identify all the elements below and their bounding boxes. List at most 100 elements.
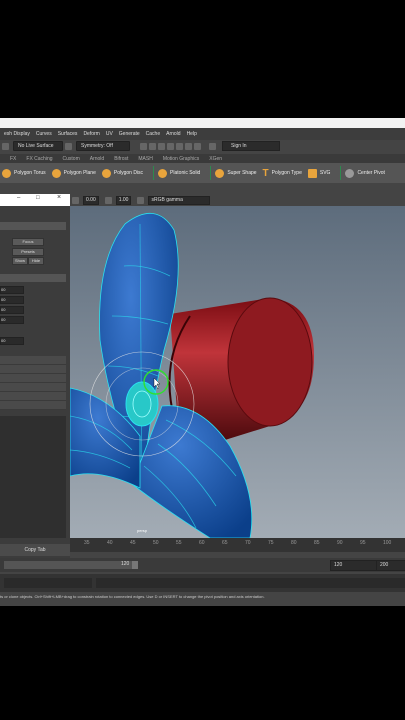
live-surface-dropdown[interactable]: No Live Surface: [13, 141, 63, 151]
3d-viewport[interactable]: persp: [70, 206, 405, 538]
symmetry-dropdown[interactable]: Symmetry: Off: [76, 141, 130, 151]
propeller-scene: [70, 206, 405, 538]
panel-row[interactable]: [0, 374, 66, 383]
disc-icon: [101, 168, 111, 178]
tab-arnold[interactable]: Arnold: [90, 156, 104, 162]
tab-fx[interactable]: FX: [10, 156, 16, 162]
timeline-tick-label: 100: [383, 540, 392, 546]
help-line: ts or clone objects. Ctrl+Shift+LMB+drag…: [0, 592, 405, 602]
magnet-icon[interactable]: [2, 142, 9, 150]
panel-header: [0, 222, 66, 230]
shelf-center-pivot[interactable]: Center Pivot: [345, 168, 385, 178]
text-t-icon: T: [262, 167, 269, 179]
maximize-icon[interactable]: □: [36, 195, 40, 201]
command-output: [96, 578, 405, 588]
maya-window: esh Display Curves Surfaces Deform UV Ge…: [0, 118, 405, 606]
shelf-polygon-type[interactable]: T Polygon Type: [263, 168, 302, 179]
value-field[interactable]: 00: [0, 286, 24, 294]
tab-bifrost[interactable]: Bifrost: [114, 156, 128, 162]
menu-uv[interactable]: UV: [106, 131, 113, 137]
shelf-platonic-solid[interactable]: Platonic Solid: [158, 168, 201, 178]
menu-deform[interactable]: Deform: [83, 131, 99, 137]
panel-row[interactable]: [0, 401, 66, 410]
menu-mesh-display[interactable]: esh Display: [4, 131, 30, 137]
range-handle[interactable]: [132, 561, 138, 569]
value-field[interactable]: 00: [0, 337, 24, 345]
exposure-icon[interactable]: [72, 196, 79, 204]
value-field[interactable]: 00: [0, 296, 24, 304]
shelf-polygon-plane[interactable]: Polygon Plane: [51, 168, 96, 178]
show-button[interactable]: Show: [12, 257, 28, 265]
shelf-svg[interactable]: SVG: [307, 168, 330, 178]
panel-section-header: [0, 274, 66, 282]
value-field[interactable]: 00: [0, 306, 24, 314]
timeline-tick-label: 90: [337, 540, 343, 546]
time-slider[interactable]: 35 40 45 50 55 60 65 70 75 80 85 90 95 100: [70, 538, 405, 552]
focus-button[interactable]: Focus: [12, 238, 44, 246]
pause-icon[interactable]: [194, 142, 201, 150]
range-end-field[interactable]: 120: [330, 560, 378, 571]
menu-surfaces[interactable]: Surfaces: [58, 131, 78, 137]
value-field[interactable]: 00: [0, 316, 24, 324]
copy-tab-button[interactable]: Copy Tab: [0, 544, 70, 556]
timeline-tick-label: 95: [360, 540, 366, 546]
timeline-tick-label: 85: [314, 540, 320, 546]
tab-motion-graphics[interactable]: Motion Graphics: [163, 156, 199, 162]
menu-arnold[interactable]: Arnold: [166, 131, 180, 137]
panel-row[interactable]: [0, 365, 66, 374]
presets-button[interactable]: Presets: [12, 248, 44, 256]
menu-generate[interactable]: Generate: [119, 131, 140, 137]
command-line[interactable]: [0, 574, 405, 594]
menu-curves[interactable]: Curves: [36, 131, 52, 137]
timeline-tick-label: 35: [84, 540, 90, 546]
panel-row[interactable]: [0, 356, 66, 365]
plane-icon: [51, 168, 61, 178]
timeline-tick-label: 50: [153, 540, 159, 546]
tab-xgen[interactable]: XGen: [209, 156, 222, 162]
hide-button[interactable]: Hide: [28, 257, 44, 265]
animation-end-field[interactable]: 200: [376, 560, 405, 571]
tab-mash[interactable]: MASH: [138, 156, 152, 162]
shelf-polygon-torus[interactable]: Polygon Torus: [2, 168, 46, 178]
close-icon[interactable]: ×: [57, 194, 61, 201]
shelf-polygon-disc[interactable]: Polygon Disc: [101, 168, 143, 178]
render-icon[interactable]: [140, 142, 147, 150]
range-current-field[interactable]: 120: [118, 560, 132, 569]
pivot-icon: [345, 168, 355, 178]
menu-bar: esh Display Curves Surfaces Deform UV Ge…: [0, 128, 405, 140]
render-settings-icon[interactable]: [167, 142, 174, 150]
sign-in-dropdown[interactable]: Sign In: [222, 141, 280, 151]
menu-cache[interactable]: Cache: [146, 131, 160, 137]
color-management-icon[interactable]: [137, 196, 145, 204]
exposure-field[interactable]: 0.00: [83, 195, 99, 205]
command-input[interactable]: [4, 578, 92, 588]
render-view-icon[interactable]: [149, 142, 156, 150]
panel-titlebar: – □ ×: [0, 194, 70, 206]
shelf-label: Platonic Solid: [170, 170, 201, 176]
ipr-icon[interactable]: [158, 142, 165, 150]
shelf-separator: [210, 166, 212, 180]
timeline-tick-label: 40: [107, 540, 113, 546]
panel-row[interactable]: [0, 392, 66, 401]
tab-fx-caching[interactable]: FX Caching: [26, 156, 52, 162]
timeline-tick-label: 45: [130, 540, 136, 546]
timeline-tick-label: 65: [222, 540, 228, 546]
platonic-icon: [158, 168, 168, 178]
color-space-dropdown[interactable]: sRGB gamma: [148, 195, 211, 205]
gamma-field[interactable]: 1.00: [115, 195, 132, 205]
symmetry-icon[interactable]: [65, 142, 72, 150]
person-icon[interactable]: [209, 142, 216, 150]
hypershade-icon[interactable]: [176, 142, 183, 150]
viewport-toolbar: 0.00 1.00 sRGB gamma: [70, 194, 405, 206]
panel-row[interactable]: [0, 383, 66, 392]
shelf-label: Polygon Torus: [14, 170, 46, 176]
timeline-tick-label: 75: [268, 540, 274, 546]
shelf-super-shape[interactable]: Super Shape: [215, 168, 257, 178]
menu-help[interactable]: Help: [187, 131, 197, 137]
tab-custom[interactable]: Custom: [63, 156, 80, 162]
arnold-render-icon[interactable]: [185, 142, 192, 150]
minimize-icon[interactable]: –: [17, 195, 20, 201]
shelf-tabs: FX FX Caching Custom Arnold Bifrost MASH…: [0, 154, 405, 163]
range-track[interactable]: [4, 561, 134, 569]
gamma-icon[interactable]: [104, 196, 112, 204]
